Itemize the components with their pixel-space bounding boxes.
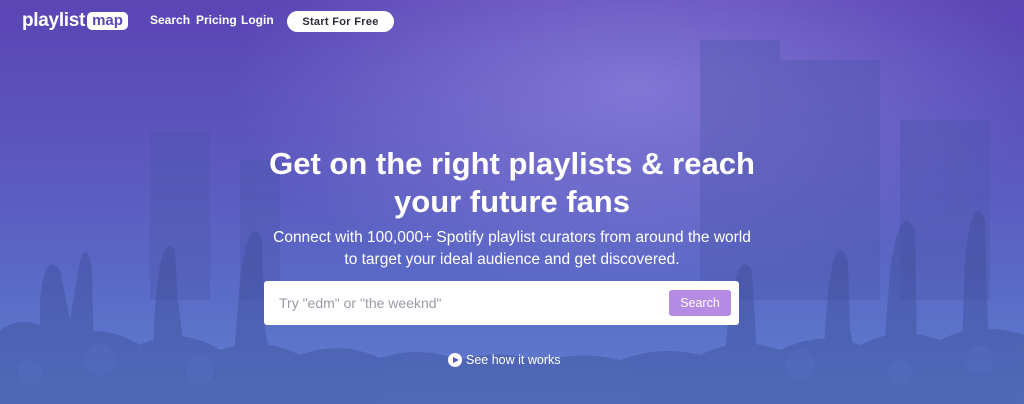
search-bar: Search (264, 281, 739, 325)
nav-link-pricing[interactable]: Pricing (196, 13, 237, 27)
start-for-free-button[interactable]: Start For Free (287, 11, 394, 32)
hero-headline: Get on the right playlists & reach your … (212, 145, 812, 221)
play-circle-icon (448, 353, 462, 367)
see-how-it-works-link[interactable]: See how it works (448, 351, 560, 369)
search-button[interactable]: Search (669, 290, 731, 316)
headline-line-2: your future fans (394, 184, 630, 219)
hero-subheading: Connect with 100,000+ Spotify playlist c… (232, 227, 792, 271)
headline-line-1: Get on the right playlists & reach (269, 146, 755, 181)
brand-logo[interactable]: playlist map (22, 11, 128, 31)
subhead-line-2: to target your ideal audience and get di… (344, 251, 680, 268)
see-how-label: See how it works (466, 353, 561, 367)
search-input[interactable] (279, 293, 659, 313)
subhead-line-1: Connect with 100,000+ Spotify playlist c… (273, 229, 751, 246)
nav-link-login[interactable]: Login (241, 13, 274, 27)
nav-link-search[interactable]: Search (150, 13, 190, 27)
top-navigation: playlist map Search Pricing Login Start … (0, 0, 1024, 44)
logo-accent: map (87, 12, 128, 30)
logo-text: playlist (22, 10, 86, 31)
